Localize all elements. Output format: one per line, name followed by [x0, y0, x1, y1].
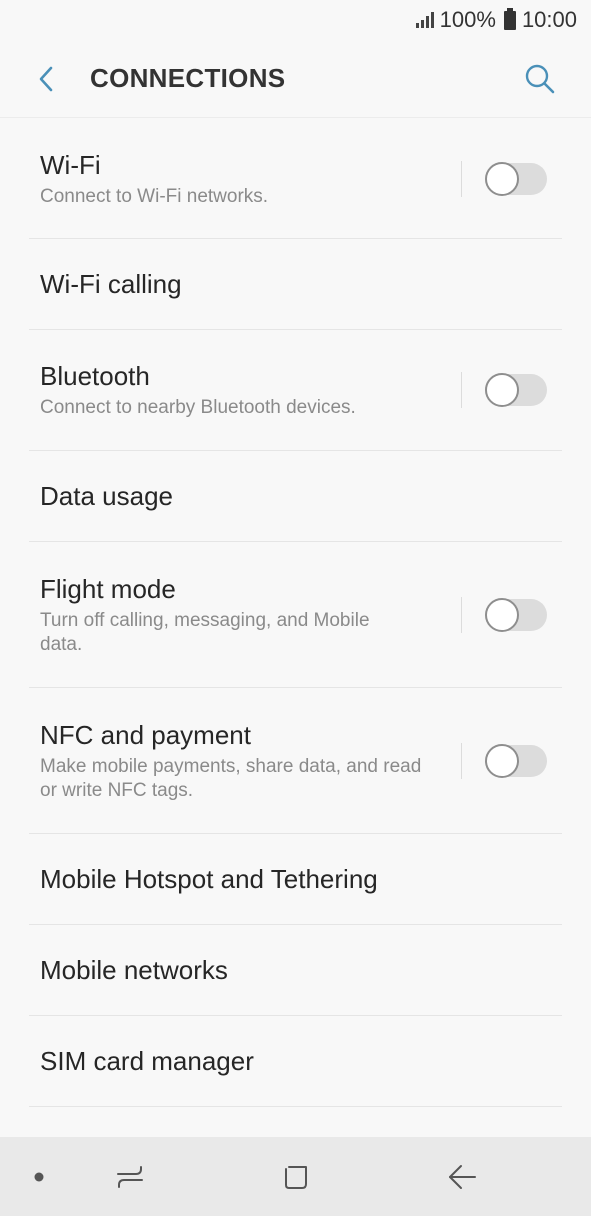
setting-text: Bluetooth Connect to nearby Bluetooth de…: [40, 360, 461, 420]
setting-text: NFC and payment Make mobile payments, sh…: [40, 719, 461, 803]
flight-mode-toggle[interactable]: [485, 597, 547, 632]
dot-icon: [34, 1172, 44, 1181]
setting-text: SIM card manager: [40, 1045, 547, 1077]
back-nav-button[interactable]: [436, 1137, 488, 1216]
navigation-bar: [0, 1137, 591, 1216]
setting-text: Mobile Hotspot and Tethering: [40, 863, 547, 895]
setting-subtitle: Make mobile payments, share data, and re…: [40, 755, 422, 801]
toggle-knob: [485, 373, 519, 407]
app-bar: CONNECTIONS: [0, 40, 591, 118]
setting-mobile-hotspot[interactable]: Mobile Hotspot and Tethering: [29, 834, 562, 925]
page-title: CONNECTIONS: [90, 63, 286, 93]
battery-icon: [503, 7, 516, 30]
setting-data-usage[interactable]: Data usage: [29, 451, 562, 542]
setting-wifi-calling[interactable]: Wi-Fi calling: [29, 239, 562, 330]
setting-mobile-networks[interactable]: Mobile networks: [29, 925, 562, 1016]
status-bar: 100% 10:00: [0, 0, 591, 40]
setting-title: SIM card manager: [40, 1046, 254, 1076]
setting-title: Bluetooth: [40, 361, 150, 391]
setting-subtitle: Connect to Wi-Fi networks.: [40, 185, 269, 207]
setting-text: Data usage: [40, 480, 547, 512]
setting-wifi[interactable]: Wi-Fi Connect to Wi-Fi networks.: [29, 119, 562, 239]
dot-button[interactable]: [22, 1137, 56, 1216]
setting-title: Mobile networks: [40, 955, 228, 985]
vertical-divider: [461, 742, 462, 779]
setting-bluetooth[interactable]: Bluetooth Connect to nearby Bluetooth de…: [29, 330, 562, 451]
wifi-toggle[interactable]: [485, 161, 547, 196]
setting-title: Wi-Fi calling: [40, 269, 182, 299]
setting-title: Flight mode: [40, 573, 176, 604]
connections-screen: 100% 10:00 CONNECTIONS Wi-Fi Connect to …: [0, 0, 591, 1216]
setting-flight-mode[interactable]: Flight mode Turn off calling, messaging,…: [29, 542, 562, 688]
setting-sim-card-manager[interactable]: SIM card manager: [29, 1016, 562, 1107]
vertical-divider: [461, 372, 462, 408]
recent-apps-icon: [117, 1165, 143, 1188]
setting-nfc-payment[interactable]: NFC and payment Make mobile payments, sh…: [29, 688, 562, 834]
recent-apps-button[interactable]: [105, 1137, 155, 1216]
search-button[interactable]: [514, 53, 566, 105]
setting-text: Flight mode Turn off calling, messaging,…: [40, 573, 461, 657]
setting-title: Wi-Fi: [40, 149, 101, 180]
back-arrow-icon: [449, 1164, 476, 1189]
setting-subtitle: Connect to nearby Bluetooth devices.: [40, 397, 356, 418]
back-button[interactable]: [20, 53, 72, 105]
search-icon: [525, 64, 555, 93]
setting-text: Mobile networks: [40, 954, 547, 986]
setting-title: Data usage: [40, 481, 173, 511]
home-button[interactable]: [270, 1137, 322, 1216]
clock: 10:00: [521, 7, 577, 32]
setting-text: Wi-Fi calling: [40, 268, 547, 300]
setting-text: Wi-Fi Connect to Wi-Fi networks.: [40, 149, 461, 209]
battery-percentage: 100%: [439, 7, 496, 32]
vertical-divider: [461, 160, 462, 197]
setting-title: NFC and payment: [40, 719, 251, 750]
home-icon: [285, 1165, 307, 1189]
chevron-left-icon: [39, 66, 53, 91]
vertical-divider: [461, 596, 462, 633]
toggle-knob: [485, 743, 519, 778]
settings-list: Wi-Fi Connect to Wi-Fi networks. Wi-Fi c…: [0, 119, 591, 1107]
nfc-toggle[interactable]: [485, 743, 547, 778]
signal-icon: [415, 12, 434, 28]
bluetooth-toggle[interactable]: [485, 373, 547, 407]
toggle-knob: [485, 161, 519, 196]
setting-title: Mobile Hotspot and Tethering: [40, 864, 378, 894]
toggle-knob: [485, 597, 519, 632]
setting-subtitle: Turn off calling, messaging, and Mobile …: [40, 609, 370, 655]
